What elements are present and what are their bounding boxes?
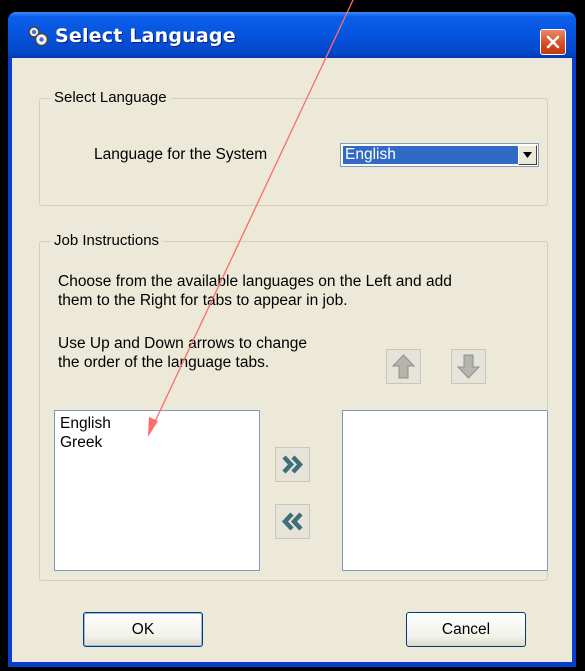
system-language-select[interactable]: English <box>340 143 539 167</box>
gears-icon <box>28 26 49 47</box>
job-group-legend: Job Instructions <box>50 232 164 249</box>
close-icon <box>546 35 560 49</box>
cancel-button[interactable]: Cancel <box>406 612 526 647</box>
order-text-line2: the order of the language tabs. <box>58 354 270 371</box>
instructions-text-line2: them to the Right for tabs to appear in … <box>58 292 348 309</box>
dropdown-button[interactable] <box>518 145 537 165</box>
title-bar[interactable]: Select Language <box>8 12 576 58</box>
move-down-button[interactable] <box>451 349 486 384</box>
double-chevron-right-icon <box>282 455 304 474</box>
dialog-window: Select Language Select Language Language… <box>8 12 576 667</box>
close-button[interactable] <box>540 29 566 55</box>
available-language-item[interactable]: Greek <box>60 433 102 453</box>
order-text-line1: Use Up and Down arrows to change <box>58 335 307 352</box>
window-title: Select Language <box>55 25 236 47</box>
system-language-selected-value: English <box>343 146 518 164</box>
arrow-down-icon <box>456 354 481 379</box>
chevron-down-icon <box>523 152 532 158</box>
arrow-up-icon <box>391 354 416 379</box>
add-language-button[interactable] <box>275 447 310 482</box>
move-up-button[interactable] <box>386 349 421 384</box>
selected-languages-list[interactable] <box>342 410 548 571</box>
ok-button[interactable]: OK <box>83 612 203 647</box>
double-chevron-left-icon <box>281 512 303 531</box>
instructions-text-line1: Choose from the available languages on t… <box>58 273 452 290</box>
dialog-body: Select Language Language for the System … <box>12 58 572 662</box>
system-language-label: Language for the System <box>94 146 268 163</box>
available-languages-list[interactable]: English Greek <box>54 410 260 571</box>
available-language-item[interactable]: English <box>60 414 111 434</box>
remove-language-button[interactable] <box>275 504 310 539</box>
system-group-legend: Select Language <box>50 89 171 106</box>
